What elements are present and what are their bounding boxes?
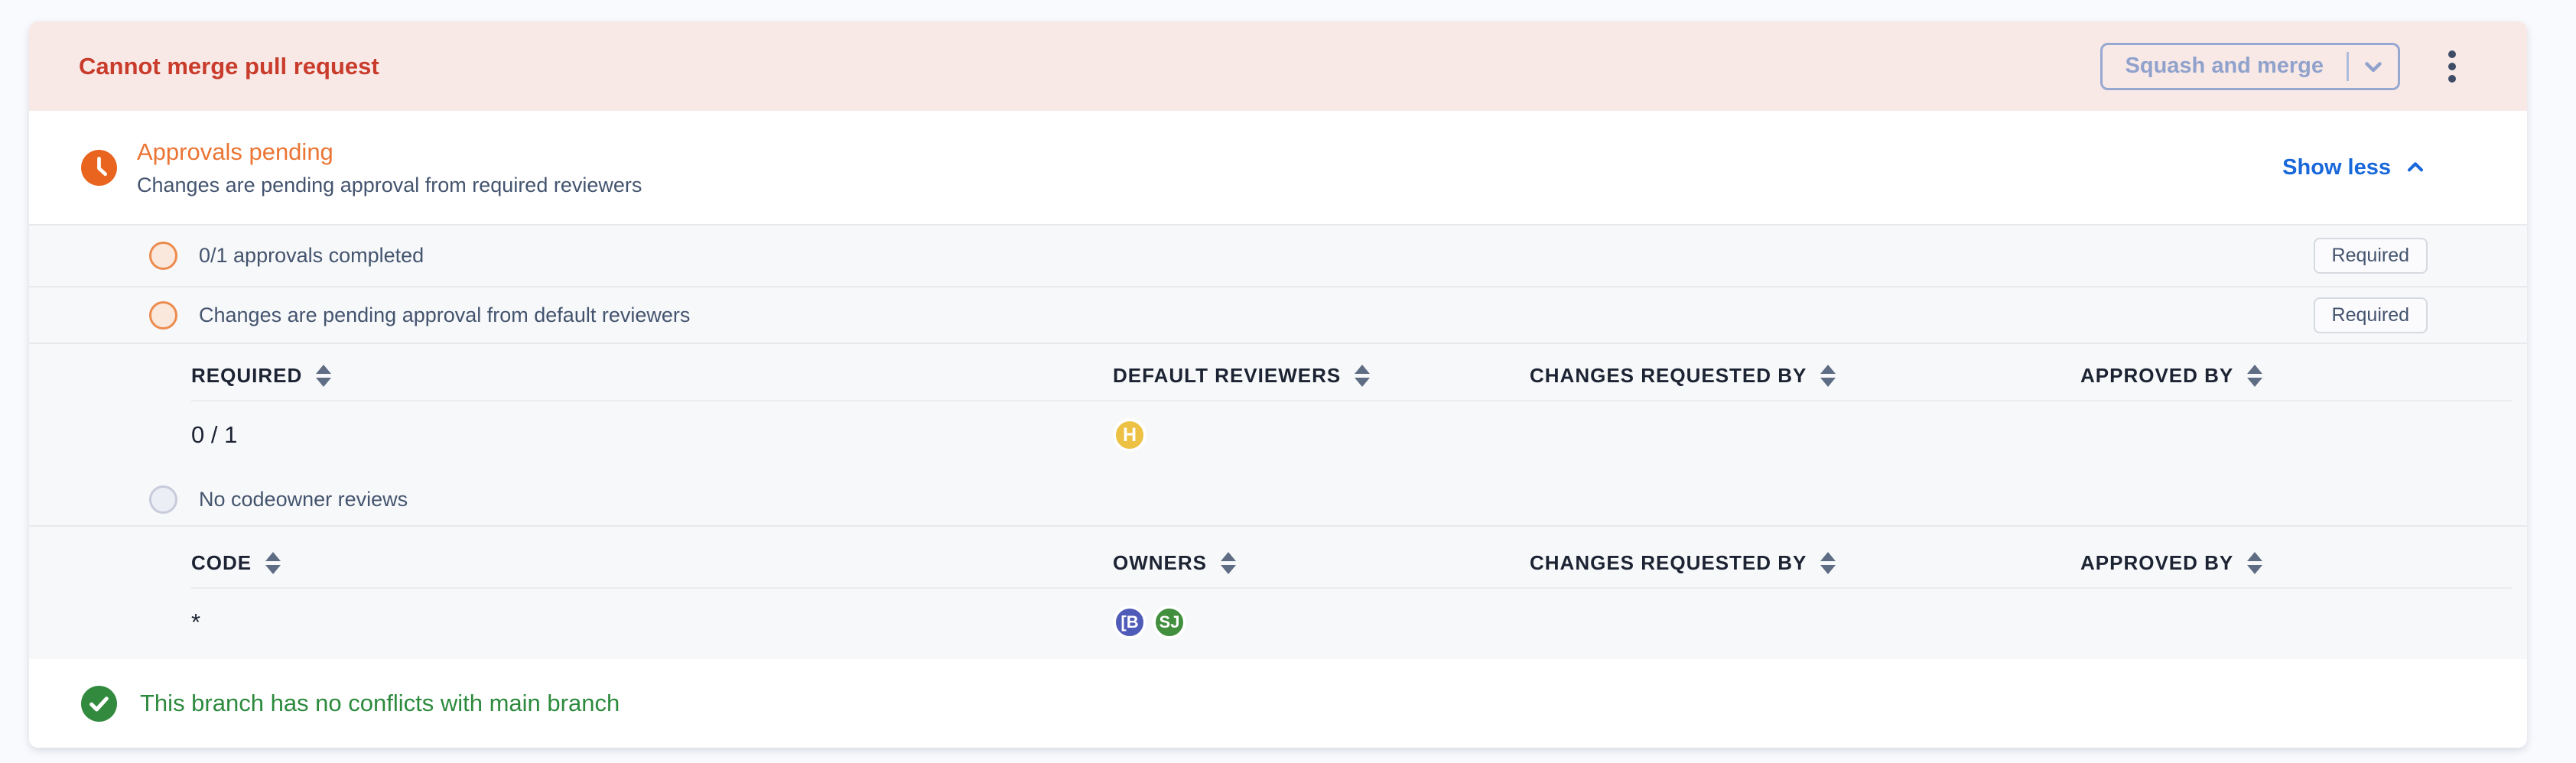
column-header-owners[interactable]: OWNERS [1113,551,1530,575]
column-label: DEFAULT REVIEWERS [1113,364,1341,388]
code-pattern-value: * [191,609,1113,636]
kebab-dot [2448,50,2456,58]
cannot-merge-banner: Cannot merge pull request Squash and mer… [29,21,2527,111]
sort-icon[interactable] [316,365,331,387]
sort-icon[interactable] [1820,365,1836,387]
pending-circle-icon [149,242,177,270]
merge-checks-card: Cannot merge pull request Squash and mer… [29,21,2527,748]
sort-icon[interactable] [1221,552,1236,574]
check-label: Changes are pending approval from defaul… [199,304,2314,327]
status-subtitle: Changes are pending approval from requir… [137,174,2282,197]
banner-title: Cannot merge pull request [79,53,2100,80]
squash-and-merge-button[interactable]: Squash and merge [2100,43,2400,90]
sort-icon[interactable] [2247,365,2262,387]
column-label: APPROVED BY [2080,551,2233,575]
approvals-pending-section: Approvals pending Changes are pending ap… [29,111,2527,224]
reviewers-table-header: REQUIRED DEFAULT REVIEWERS CHANGES REQUE… [191,364,2512,401]
column-header-changes-requested-by[interactable]: CHANGES REQUESTED BY [1530,551,2080,575]
column-label: REQUIRED [191,364,302,388]
required-badge: Required [2314,297,2428,333]
success-check-icon [81,686,117,722]
sort-icon[interactable] [1355,365,1370,387]
kebab-dot [2448,75,2456,83]
codeowners-table-header: CODE OWNERS CHANGES REQUESTED BY APPROVE… [191,551,2512,589]
sort-icon[interactable] [2247,552,2262,574]
merge-options-dropdown-button[interactable] [2349,54,2398,80]
chevron-down-icon [2360,54,2386,80]
chevron-up-icon [2403,155,2428,180]
status-text: Approvals pending Changes are pending ap… [137,138,2282,197]
squash-and-merge-label[interactable]: Squash and merge [2103,54,2347,79]
reviewers-table-row: 0 / 1 H [191,401,2512,470]
required-badge: Required [2314,238,2428,274]
column-header-required[interactable]: REQUIRED [191,364,1113,388]
pending-clock-icon [81,150,117,186]
conflict-status-label: This branch has no conflicts with main b… [140,690,620,717]
reviewers-table: REQUIRED DEFAULT REVIEWERS CHANGES REQUE… [29,343,2527,474]
more-options-button[interactable] [2431,43,2474,90]
column-header-default-reviewers[interactable]: DEFAULT REVIEWERS [1113,364,1530,388]
conflict-status-section: This branch has no conflicts with main b… [29,659,2527,748]
codeowners-table-row: * [B SJ [191,589,2512,657]
column-header-changes-requested-by[interactable]: CHANGES REQUESTED BY [1530,364,2080,388]
pending-circle-icon [149,301,177,330]
show-less-toggle[interactable]: Show less [2282,155,2428,180]
neutral-circle-icon [149,485,177,514]
column-label: OWNERS [1113,551,1207,575]
kebab-dot [2448,63,2456,70]
avatar[interactable]: SJ [1153,606,1186,639]
codeowners-table: CODE OWNERS CHANGES REQUESTED BY APPROVE… [29,527,2527,659]
status-title: Approvals pending [137,138,2282,166]
column-label: CODE [191,551,252,575]
column-header-approved-by[interactable]: APPROVED BY [2080,364,2512,388]
column-label: CHANGES REQUESTED BY [1530,364,1807,388]
check-label: 0/1 approvals completed [199,244,2314,268]
default-reviewers-cell: H [1113,418,1530,452]
avatar[interactable]: H [1113,418,1147,452]
codeowner-status-row: No codeowner reviews [29,474,2527,527]
owners-cell: [B SJ [1113,606,1530,639]
check-row-default-reviewers: Changes are pending approval from defaul… [29,286,2527,343]
codeowner-status-label: No codeowner reviews [199,488,2428,511]
sort-icon[interactable] [1820,552,1836,574]
required-count-value: 0 / 1 [191,421,1113,449]
check-row-approvals-count: 0/1 approvals completed Required [29,224,2527,286]
sort-icon[interactable] [265,552,281,574]
column-label: CHANGES REQUESTED BY [1530,551,1807,575]
column-label: APPROVED BY [2080,364,2233,388]
avatar[interactable]: [B [1113,606,1147,639]
show-less-label[interactable]: Show less [2282,155,2391,180]
column-header-code[interactable]: CODE [191,551,1113,575]
column-header-approved-by[interactable]: APPROVED BY [2080,551,2512,575]
